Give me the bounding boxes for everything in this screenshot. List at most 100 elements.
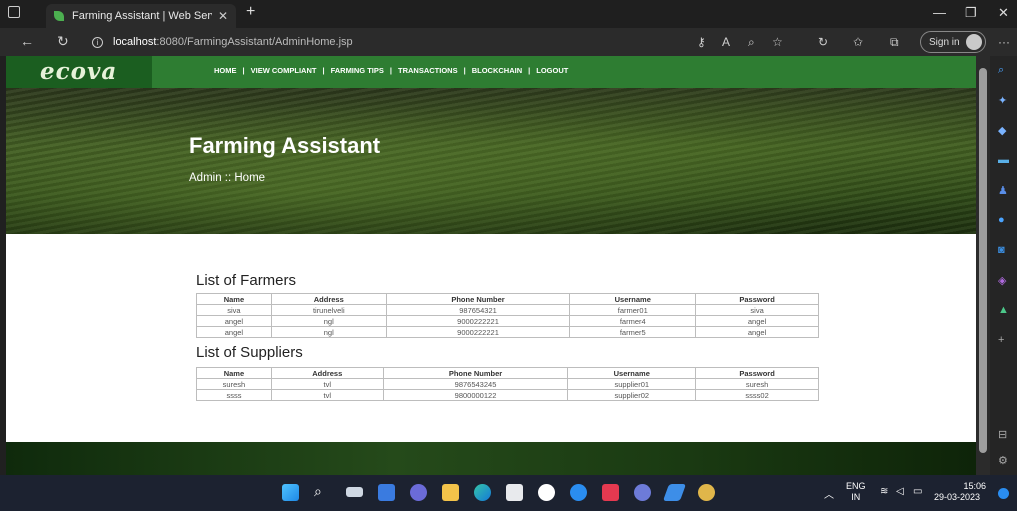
table-cell: 9876543245 — [382, 378, 569, 390]
edge-icon[interactable] — [474, 484, 491, 501]
favorite-icon[interactable]: ☆ — [772, 35, 783, 49]
github-icon[interactable] — [538, 484, 555, 501]
designer-icon[interactable]: ◈ — [998, 274, 1006, 287]
breadcrumb: Admin :: Home — [189, 172, 266, 184]
table-cell: 9000222221 — [385, 315, 571, 327]
widgets-icon[interactable] — [378, 484, 395, 501]
hide-sidebar-icon[interactable]: ⊟ — [998, 428, 1007, 441]
column-header: Phone Number — [385, 293, 571, 305]
url-path: :8080/FarmingAssistant/AdminHome.jsp — [156, 36, 353, 48]
address-bar[interactable]: i localhost:8080/FarmingAssistant/AdminH… — [92, 32, 657, 52]
scrollbar-thumb[interactable] — [979, 68, 987, 453]
suppliers-table: Name Address Phone Number Username Passw… — [196, 367, 819, 401]
column-header: Password — [695, 293, 819, 305]
nav-links: HOME | VIEW COMPLIANT | FARMING TIPS | TRANSAC… — [214, 66, 568, 75]
browser-tab[interactable]: Farming Assistant | Web Service I ✕ — [46, 4, 236, 28]
table-cell: ssss — [196, 389, 272, 401]
app-gear-icon[interactable] — [698, 484, 715, 501]
windows-taskbar: ⌕ ︿ ENG IN ≋ ◁ ▭ 15:06 29-03-2023 — [0, 475, 1017, 511]
nav-blockchain[interactable]: BLOCKCHAIN — [472, 66, 522, 75]
table-cell: ngl — [270, 315, 387, 327]
region-code: IN — [851, 492, 861, 502]
minimize-icon[interactable]: — — [933, 5, 946, 20]
wifi-icon[interactable]: ≋ — [880, 486, 888, 497]
language-indicator[interactable]: ENG IN — [846, 481, 866, 503]
column-header: Username — [567, 367, 697, 379]
start-icon[interactable] — [282, 484, 299, 501]
chevron-up-icon[interactable]: ︿ — [824, 486, 834, 501]
drive-icon[interactable]: ▲ — [998, 304, 1009, 316]
table-cell: siva — [196, 304, 272, 316]
power-automate-icon[interactable] — [662, 484, 687, 501]
key-icon[interactable]: ⚷ — [697, 35, 706, 49]
nav-separator: | — [242, 66, 245, 75]
people-icon[interactable]: ♟ — [998, 184, 1008, 197]
table-cell: 9000222221 — [385, 326, 571, 338]
settings-icon[interactable]: ⚙ — [998, 454, 1008, 467]
zoom-icon[interactable]: ⌕ — [748, 35, 755, 50]
refresh-extension-icon[interactable]: ↻ — [818, 35, 828, 49]
table-cell: tvl — [270, 389, 384, 401]
restore-icon[interactable]: ❐ — [965, 5, 977, 21]
table-cell: angel — [196, 326, 272, 338]
sparkle-icon[interactable]: ✦ — [998, 94, 1007, 107]
nav-farming-tips[interactable]: FARMING TIPS — [331, 66, 384, 75]
new-tab-icon[interactable]: + — [246, 3, 255, 21]
column-header: Name — [196, 293, 272, 305]
pocket-icon[interactable] — [602, 484, 619, 501]
page-scrollbar[interactable] — [976, 56, 990, 475]
table-row: siva tirunelveli 987654321 farmer01 siva — [196, 304, 819, 316]
nav-separator: | — [322, 66, 325, 75]
read-aloud-icon[interactable]: A — [722, 35, 730, 49]
back-icon[interactable]: ← — [20, 33, 34, 49]
notification-icon[interactable] — [998, 488, 1009, 499]
clock-time: 15:06 — [963, 481, 986, 491]
close-tab-icon[interactable]: ✕ — [218, 9, 228, 23]
close-window-icon[interactable]: ✕ — [998, 5, 1009, 21]
column-header: Password — [695, 367, 819, 379]
browser-tab-strip: Farming Assistant | Web Service I ✕ + — … — [0, 0, 1017, 28]
nav-separator: | — [463, 66, 466, 75]
help-icon[interactable] — [570, 484, 587, 501]
volume-icon[interactable]: ◁ — [896, 486, 904, 497]
nav-home[interactable]: HOME — [214, 66, 237, 75]
battery-icon[interactable]: ▭ — [913, 486, 922, 497]
nav-separator: | — [389, 66, 393, 75]
sign-in-button[interactable]: Sign in — [920, 31, 986, 53]
nav-transactions[interactable]: TRANSACTIONS — [398, 66, 458, 75]
tab-actions-icon[interactable] — [8, 6, 20, 18]
nav-view-compliant[interactable]: VIEW COMPLIANT — [251, 66, 317, 75]
teams-icon[interactable] — [410, 484, 427, 501]
add-icon[interactable]: + — [998, 334, 1004, 346]
site-navbar: ecova HOME | VIEW COMPLIANT | FARMING TIPS | T… — [6, 56, 976, 88]
briefcase-icon[interactable]: ▬ — [998, 154, 1009, 166]
terminal-icon[interactable] — [634, 484, 651, 501]
outlook-icon[interactable]: ◙ — [998, 244, 1005, 256]
refresh-icon[interactable]: ↻ — [57, 33, 69, 50]
site-info-icon[interactable]: i — [92, 36, 103, 48]
site-logo[interactable]: ecova — [40, 58, 117, 85]
clock[interactable]: 15:06 29-03-2023 — [928, 481, 986, 503]
tag-icon[interactable]: ◆ — [998, 124, 1006, 137]
tab-title: Farming Assistant | Web Service I — [72, 10, 212, 22]
table-cell: farmer01 — [569, 304, 697, 316]
collections-icon[interactable]: ⧉ — [890, 35, 899, 50]
store-icon[interactable] — [506, 484, 523, 501]
circle-icon[interactable]: ● — [998, 214, 1005, 226]
search-icon[interactable]: ⌕ — [314, 483, 331, 500]
table-cell: supplier02 — [567, 389, 697, 401]
favorites-icon[interactable]: ✩ — [853, 35, 863, 49]
table-cell: tirunelveli — [270, 304, 387, 316]
column-header: Phone Number — [382, 367, 569, 379]
table-cell: angel — [196, 315, 272, 327]
task-view-icon[interactable] — [346, 487, 363, 497]
more-options-icon[interactable]: ··· — [998, 35, 1010, 49]
file-explorer-icon[interactable] — [442, 484, 459, 501]
table-cell: suresh — [695, 378, 819, 390]
table-cell: siva — [695, 304, 819, 316]
nav-logout[interactable]: LOGOUT — [536, 66, 568, 75]
search-icon[interactable]: ⌕ — [998, 64, 1004, 77]
site-footer — [6, 442, 976, 475]
table-cell: 9800000122 — [382, 389, 569, 401]
language-code: ENG — [846, 481, 866, 491]
